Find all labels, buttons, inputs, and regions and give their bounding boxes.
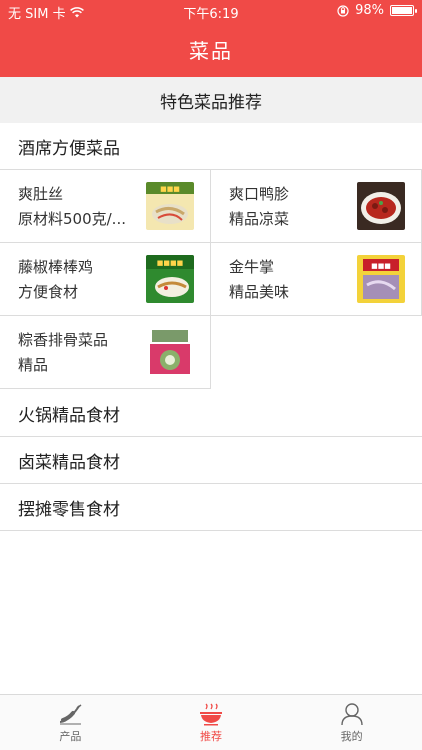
category-header[interactable]: 卤菜精品食材 <box>0 437 422 484</box>
product-name: 粽香排骨菜品 <box>18 331 109 349</box>
product-desc: 精品凉菜 <box>229 210 290 228</box>
battery-icon <box>390 5 417 16</box>
svg-text:■■■■: ■■■■ <box>157 259 183 267</box>
product-name: 藤椒棒棒鸡 <box>18 258 94 276</box>
product-name: 爽口鸭胗 <box>229 185 290 203</box>
nav-bar: 菜品 <box>0 22 422 77</box>
food-photo-icon <box>357 182 405 230</box>
featured-section-header: 特色菜品推荐 <box>0 77 422 124</box>
chili-icon <box>60 703 82 724</box>
product-card[interactable]: 爽口鸭胗 精品凉菜 <box>211 170 422 243</box>
tab-label: 产品 <box>59 729 82 743</box>
rotation-lock-icon <box>337 4 349 17</box>
tab-bar: 产品 推荐 我的 <box>0 694 422 750</box>
product-card[interactable]: 爽肚丝 原材料500克/... ■■■ <box>0 170 211 243</box>
tab-label: 推荐 <box>200 729 222 743</box>
tab-products[interactable]: 产品 <box>0 695 141 750</box>
product-card[interactable]: 藤椒棒棒鸡 方便食材 ■■■■ <box>0 243 211 316</box>
tab-mine[interactable]: 我的 <box>281 695 422 750</box>
product-name: 爽肚丝 <box>18 185 64 203</box>
status-bar: 无 SIM 卡 下午6:19 98% <box>0 0 422 22</box>
page-title: 菜品 <box>189 39 233 63</box>
food-photo-icon: ■■■■ <box>146 255 194 303</box>
food-photo-icon: ■■■ <box>146 182 194 230</box>
svg-text:■■■: ■■■ <box>160 185 180 193</box>
product-card[interactable]: 金牛掌 精品美味 ■■■ <box>211 243 422 316</box>
food-photo-icon: ■■■ <box>357 255 405 303</box>
tab-recommend[interactable]: 推荐 <box>141 695 282 750</box>
product-desc: 方便食材 <box>18 283 79 301</box>
product-desc: 精品 <box>18 356 49 374</box>
person-icon <box>340 702 363 725</box>
battery-fill <box>392 7 412 14</box>
category-header[interactable]: 摆摊零售食材 <box>0 484 422 531</box>
bowl-icon <box>200 703 222 725</box>
category-header[interactable]: 酒席方便菜品 <box>0 123 422 170</box>
svg-text:■■■: ■■■ <box>371 262 391 270</box>
tab-label: 我的 <box>340 729 363 743</box>
product-desc: 精品美味 <box>229 283 290 301</box>
food-photo-icon <box>146 328 194 376</box>
status-right: 98% <box>337 3 417 18</box>
category-header[interactable]: 火锅精品食材 <box>0 390 422 437</box>
product-card[interactable]: 粽香排骨菜品 精品 <box>0 316 211 389</box>
product-name: 金牛掌 <box>229 258 275 276</box>
battery-percent: 98% <box>355 3 384 18</box>
product-desc: 原材料500克/... <box>18 210 126 228</box>
